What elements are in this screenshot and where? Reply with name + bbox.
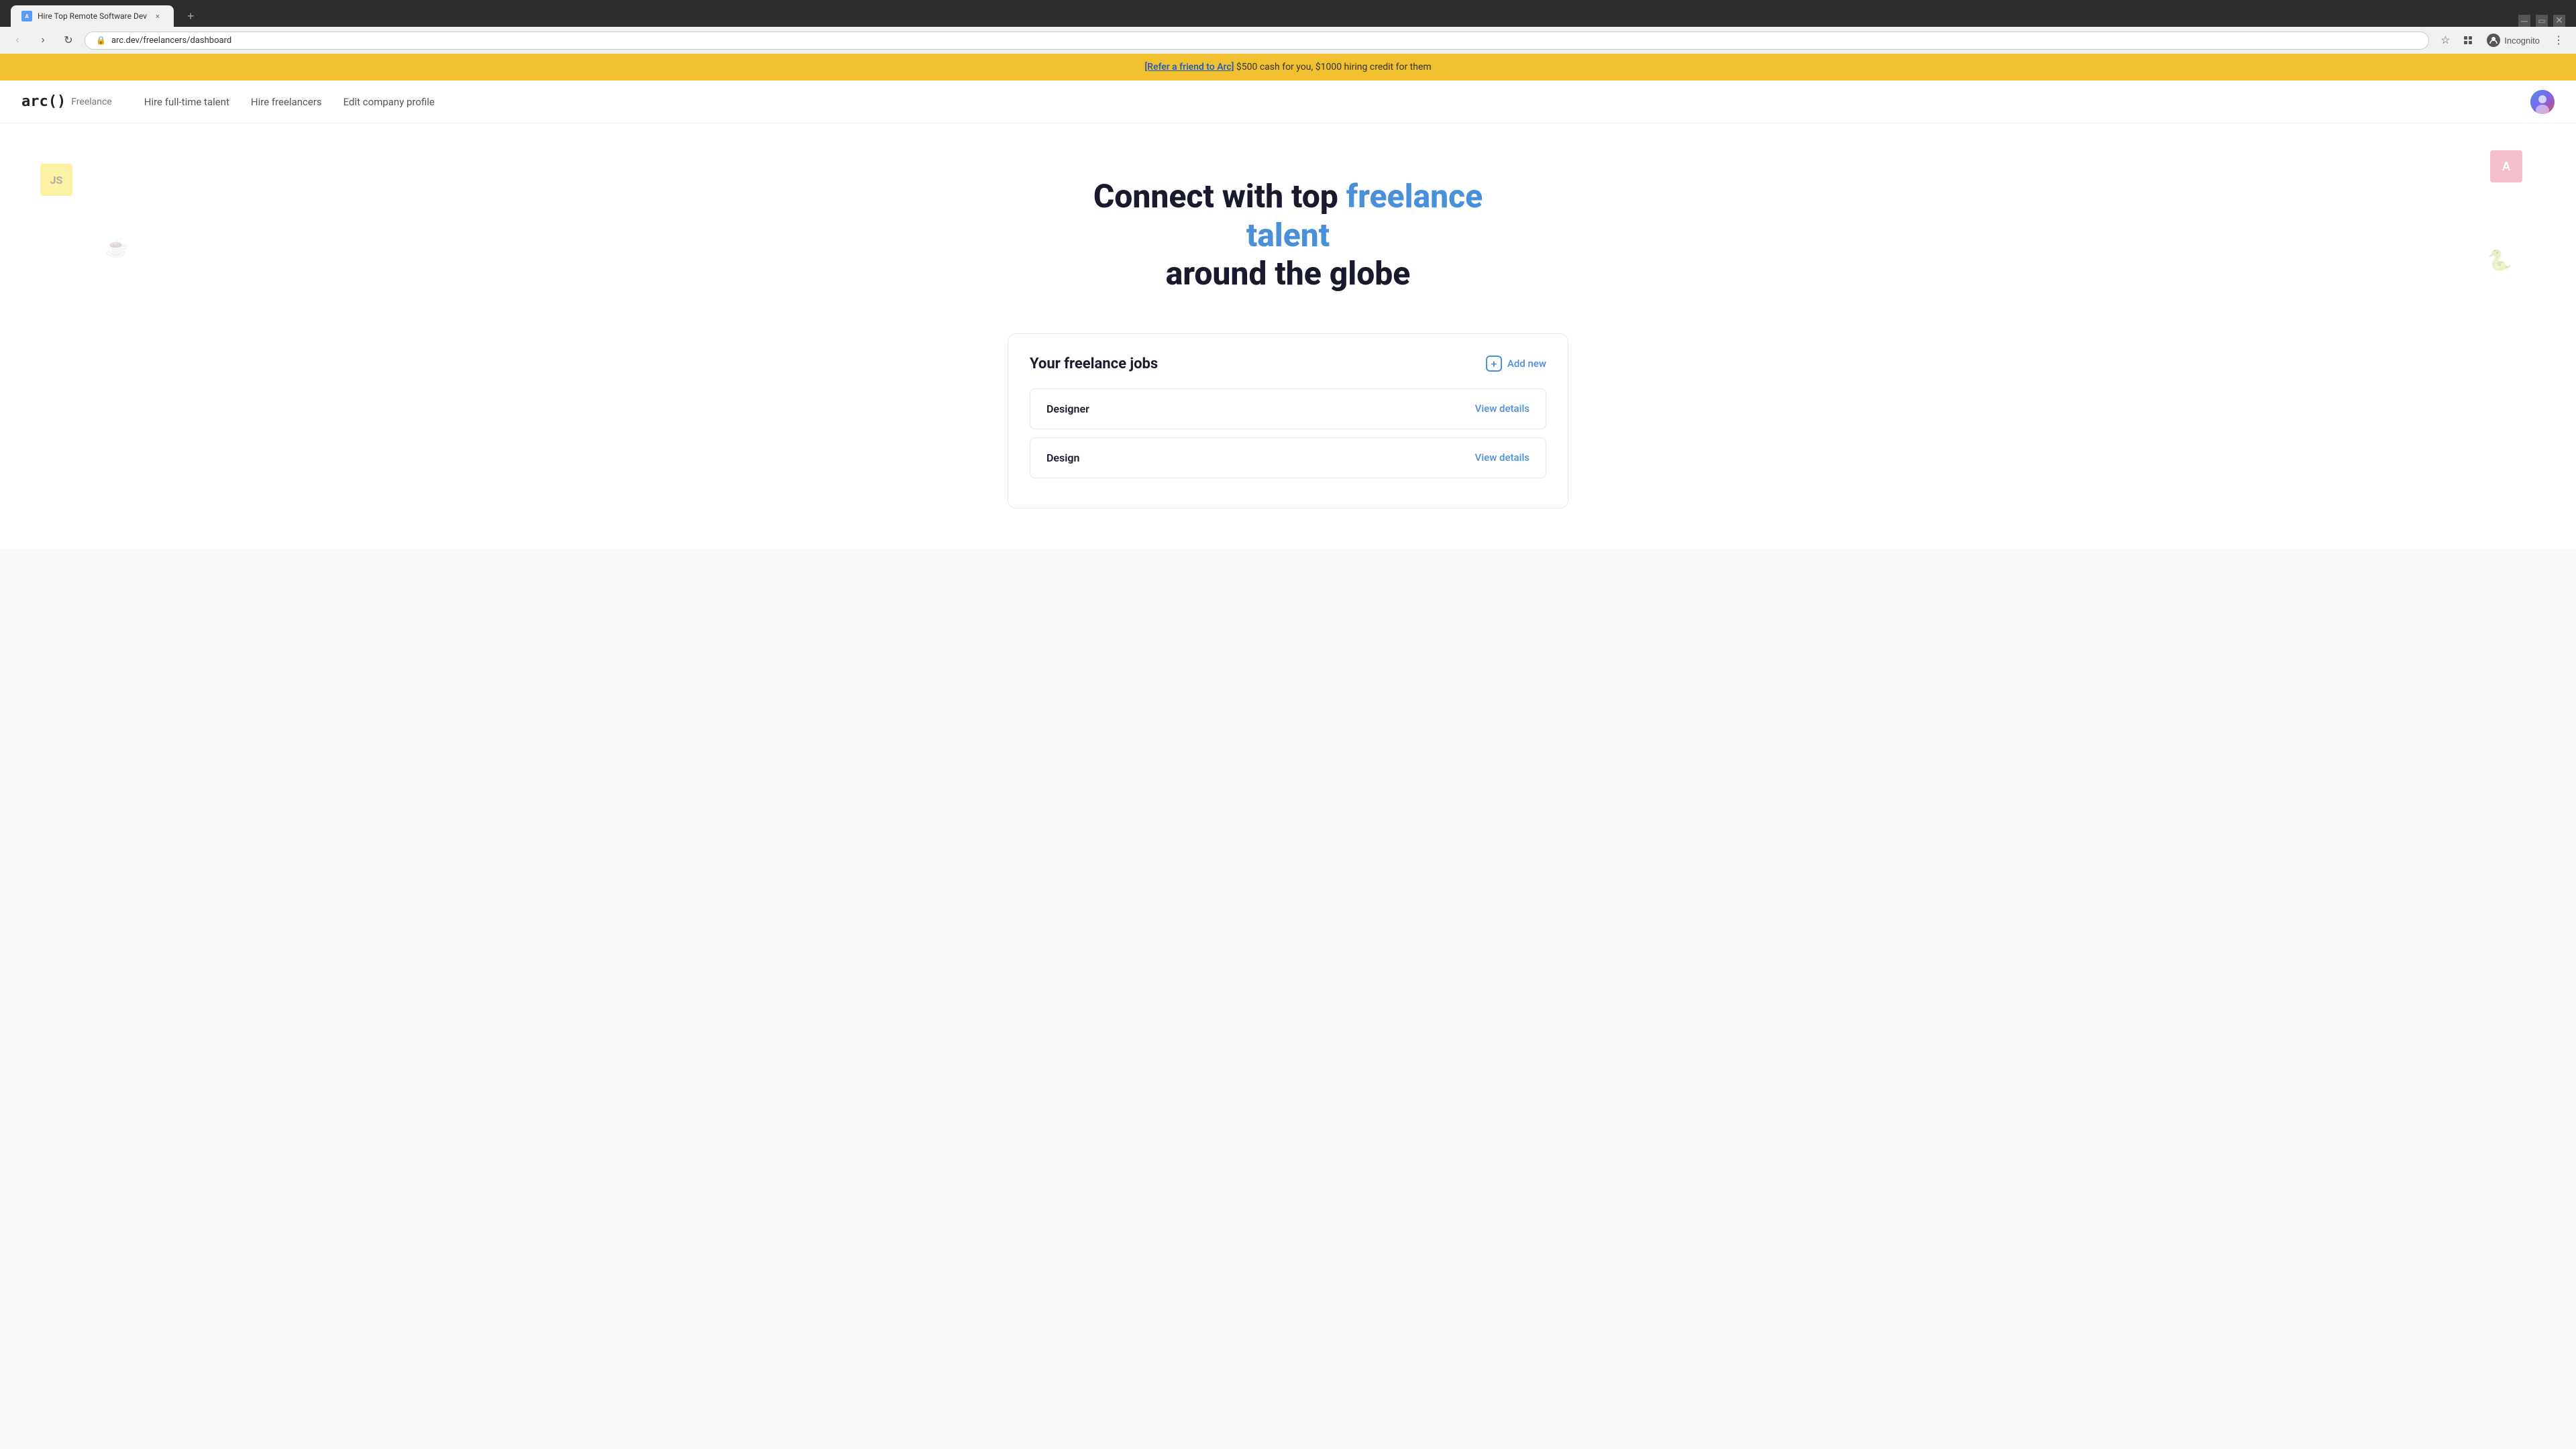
- nav-edit-profile[interactable]: Edit company profile: [343, 96, 435, 108]
- view-details-link[interactable]: View details: [1475, 402, 1529, 415]
- nav-hire-freelancers[interactable]: Hire freelancers: [251, 96, 322, 108]
- job-name: Design: [1046, 451, 1079, 464]
- security-icon: 🔒: [96, 36, 106, 45]
- jobs-card: Your freelance jobs + Add new Designer V…: [1008, 333, 1568, 508]
- site-nav: arc() Freelance Hire full-time talent Hi…: [0, 80, 2576, 123]
- extensions-button[interactable]: [2459, 31, 2477, 50]
- logo-type: Freelance: [71, 97, 112, 107]
- job-name: Designer: [1046, 402, 1089, 415]
- menu-button[interactable]: ⋮: [2549, 31, 2568, 50]
- js-icon: JS: [40, 164, 72, 196]
- promo-text: $500 cash for you, $1000 hiring credit f…: [1234, 62, 1431, 72]
- window-controls: ─ ▭ ✕: [2518, 9, 2571, 27]
- url-text: arc.dev/freelancers/dashboard: [111, 36, 231, 46]
- hero-title-line2: around the globe: [1166, 254, 1411, 292]
- address-bar-row: ‹ › ↻ 🔒 arc.dev/freelancers/dashboard ☆: [0, 27, 2576, 54]
- address-bar[interactable]: 🔒 arc.dev/freelancers/dashboard: [85, 32, 2429, 50]
- active-tab[interactable]: A Hire Top Remote Software Dev ×: [11, 5, 174, 27]
- jobs-title: Your freelance jobs: [1030, 356, 1158, 372]
- tab-bar: A Hire Top Remote Software Dev × + ─ ▭ ✕: [0, 0, 2576, 27]
- page-content: [Refer a friend to Arc] $500 cash for yo…: [0, 54, 2576, 549]
- user-avatar[interactable]: [2530, 90, 2555, 114]
- promo-banner: [Refer a friend to Arc] $500 cash for yo…: [0, 54, 2576, 80]
- incognito-icon: [2487, 34, 2500, 47]
- minimize-button[interactable]: ─: [2518, 15, 2530, 27]
- new-tab-button[interactable]: +: [182, 7, 200, 26]
- forward-button[interactable]: ›: [34, 31, 52, 50]
- referral-link[interactable]: [Refer a friend to Arc]: [1144, 62, 1234, 72]
- job-item: Design View details: [1030, 437, 1546, 478]
- tab-close-button[interactable]: ×: [152, 11, 163, 21]
- maximize-button[interactable]: ▭: [2536, 15, 2548, 27]
- browser-chrome: A Hire Top Remote Software Dev × + ─ ▭ ✕…: [0, 0, 2576, 54]
- hero-section: JS A ☕ 🐍 Connect with top freelance tale…: [0, 123, 2576, 333]
- add-new-button[interactable]: + Add new: [1486, 356, 1546, 372]
- view-details-link[interactable]: View details: [1475, 451, 1529, 464]
- back-button[interactable]: ‹: [8, 31, 27, 50]
- bookmark-button[interactable]: ☆: [2436, 31, 2455, 50]
- jobs-header: Your freelance jobs + Add new: [1030, 356, 1546, 372]
- jobs-section: Your freelance jobs + Add new Designer V…: [986, 333, 1590, 549]
- angular-icon: A: [2490, 150, 2522, 182]
- nav-links: Hire full-time talent Hire freelancers E…: [144, 96, 2530, 108]
- tab-title: Hire Top Remote Software Dev: [38, 11, 147, 21]
- job-item: Designer View details: [1030, 388, 1546, 429]
- hero-title: Connect with top freelance talent around…: [1053, 177, 1523, 293]
- add-new-label: Add new: [1507, 358, 1546, 370]
- logo-link[interactable]: arc() Freelance: [21, 93, 112, 110]
- tab-favicon: A: [21, 11, 32, 21]
- close-button[interactable]: ✕: [2553, 15, 2565, 27]
- add-icon: +: [1486, 356, 1502, 372]
- logo-mark: arc(): [21, 93, 66, 110]
- java-icon: ☕: [101, 231, 133, 263]
- python-icon: 🐍: [2483, 244, 2516, 276]
- hero-title-plain: Connect with top: [1093, 177, 1346, 215]
- incognito-button[interactable]: Incognito: [2481, 31, 2545, 50]
- incognito-label: Incognito: [2504, 36, 2540, 46]
- browser-actions: ☆ Incognito ⋮: [2436, 31, 2568, 50]
- nav-hire-fulltime[interactable]: Hire full-time talent: [144, 96, 229, 108]
- reload-button[interactable]: ↻: [59, 31, 78, 50]
